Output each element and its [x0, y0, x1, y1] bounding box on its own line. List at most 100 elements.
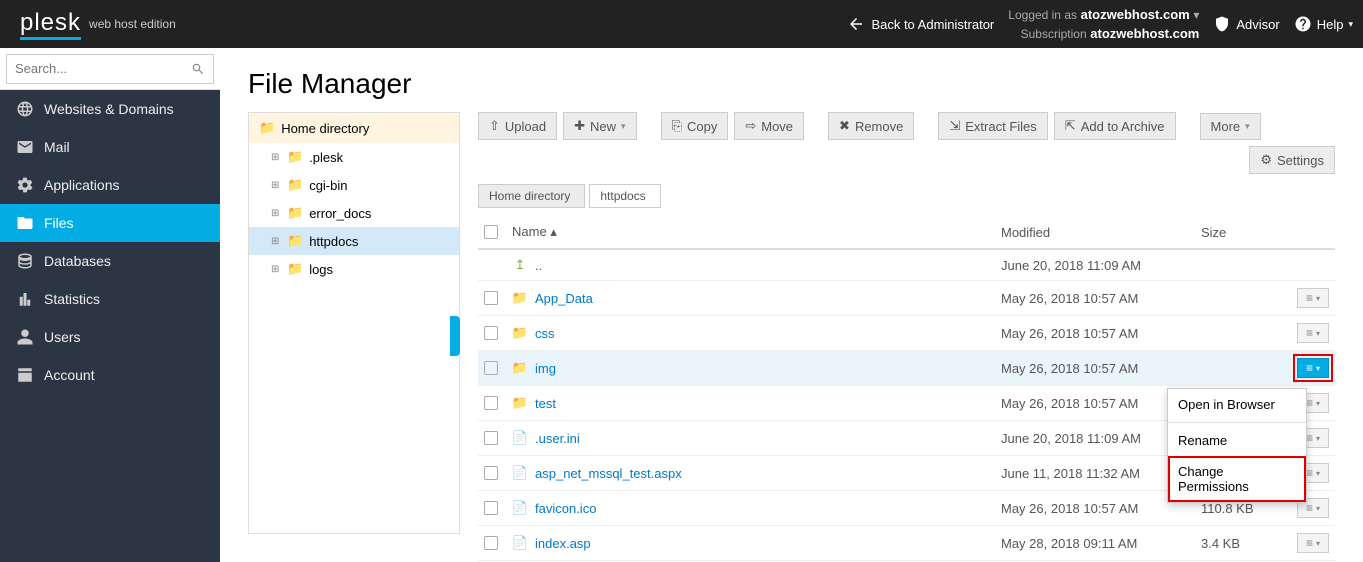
sort-asc-icon: ▴ [550, 224, 557, 239]
crumb-home[interactable]: Home directory [478, 184, 585, 208]
modified-cell: May 26, 2018 10:57 AM [995, 351, 1195, 386]
row-actions-button[interactable]: ≡ ▾ [1297, 358, 1329, 378]
nav-account[interactable]: Account [0, 356, 220, 394]
row-checkbox[interactable] [484, 361, 498, 375]
folder-link[interactable]: 📁css [512, 325, 989, 341]
search-input[interactable] [15, 61, 191, 76]
tree-root[interactable]: 📁 Home directory [249, 113, 459, 143]
size-cell [1195, 351, 1275, 386]
folder-icon: 📁 [259, 120, 275, 136]
nav-users[interactable]: Users [0, 318, 220, 356]
tree-item-cgibin[interactable]: ⊞📁cgi-bin [249, 171, 459, 199]
file-link[interactable]: 📄favicon.ico [512, 500, 989, 516]
size-cell [1195, 281, 1275, 316]
folder-icon: 📁 [287, 233, 303, 249]
row-checkbox[interactable] [484, 326, 498, 340]
remove-icon: ✖ [839, 118, 850, 134]
col-name-header[interactable]: Name ▴ [506, 216, 995, 249]
row-checkbox[interactable] [484, 396, 498, 410]
menu-change-permissions[interactable]: Change Permissions [1168, 456, 1306, 502]
parent-dir-link[interactable]: ↥.. [512, 257, 989, 273]
folder-tree: 📁 Home directory ⊞📁.plesk ⊞📁cgi-bin ⊞📁er… [248, 112, 460, 534]
sidebar: Websites & Domains Mail Applications Fil… [0, 48, 220, 562]
folder-icon: 📁 [287, 149, 303, 165]
user-icon [16, 328, 34, 346]
size-cell [1195, 316, 1275, 351]
nav-apps[interactable]: Applications [0, 166, 220, 204]
nav-statistics[interactable]: Statistics [0, 280, 220, 318]
table-row: 📁css May 26, 2018 10:57 AM ≡ ▾ [478, 316, 1335, 351]
select-all-checkbox[interactable] [484, 225, 498, 239]
nav-mail[interactable]: Mail [0, 128, 220, 166]
copy-button[interactable]: ⎘Copy [661, 112, 729, 140]
row-checkbox[interactable] [484, 501, 498, 515]
top-header: plesk web host edition Back to Administr… [0, 0, 1363, 48]
row-actions-button[interactable]: ≡ ▾ [1297, 323, 1329, 343]
file-icon: 📄 [512, 430, 528, 446]
search-icon[interactable] [191, 61, 205, 77]
plus-icon: ✚ [574, 118, 585, 134]
modified-cell: May 26, 2018 10:57 AM [995, 316, 1195, 351]
file-icon: 📄 [512, 465, 528, 481]
account-icon [16, 366, 34, 384]
crumb-httpdocs[interactable]: httpdocs [589, 184, 660, 208]
folder-link[interactable]: 📁img [512, 360, 989, 376]
row-checkbox[interactable] [484, 466, 498, 480]
nav-files[interactable]: Files [0, 204, 220, 242]
nav-websites[interactable]: Websites & Domains [0, 90, 220, 128]
settings-icon: ⚙ [1260, 152, 1272, 168]
extract-button[interactable]: ⇲Extract Files [938, 112, 1047, 140]
row-checkbox[interactable] [484, 291, 498, 305]
file-link[interactable]: 📄.user.ini [512, 430, 989, 446]
edition-label: web host edition [89, 17, 176, 31]
tree-item-plesk[interactable]: ⊞📁.plesk [249, 143, 459, 171]
file-link[interactable]: 📄asp_net_mssql_test.aspx [512, 465, 989, 481]
modified-cell: May 26, 2018 10:57 AM [995, 491, 1195, 526]
chart-icon [16, 290, 34, 308]
archive-button[interactable]: ⇱Add to Archive [1054, 112, 1176, 140]
nav-databases[interactable]: Databases [0, 242, 220, 280]
login-info[interactable]: Logged in as atozwebhost.com ▾ Subscript… [1008, 5, 1199, 44]
folder-link[interactable]: 📁App_Data [512, 290, 989, 306]
row-context-menu: Open in Browser Rename Change Permission… [1167, 388, 1307, 503]
remove-button[interactable]: ✖Remove [828, 112, 914, 140]
help-link[interactable]: Help ▾ [1294, 15, 1353, 33]
row-actions-button[interactable]: ≡ ▾ [1297, 533, 1329, 553]
extract-icon: ⇲ [949, 118, 960, 134]
folder-link[interactable]: 📁test [512, 395, 989, 411]
row-checkbox[interactable] [484, 431, 498, 445]
tree-item-httpdocs[interactable]: ⊞📁httpdocs [249, 227, 459, 255]
tree-item-errordocs[interactable]: ⊞📁error_docs [249, 199, 459, 227]
upload-icon: ⇧ [489, 118, 500, 134]
tree-collapse-handle[interactable] [450, 316, 460, 356]
modified-cell: June 20, 2018 11:09 AM [995, 421, 1195, 456]
modified-cell: June 11, 2018 11:32 AM [995, 456, 1195, 491]
folder-icon: 📁 [512, 395, 528, 411]
back-to-admin[interactable]: Back to Administrator [847, 15, 994, 33]
file-link[interactable]: 📄index.asp [512, 535, 989, 551]
folder-icon: 📁 [287, 177, 303, 193]
tree-item-logs[interactable]: ⊞📁logs [249, 255, 459, 283]
col-size-header[interactable]: Size [1195, 216, 1275, 249]
menu-rename[interactable]: Rename [1168, 425, 1306, 456]
files-icon [16, 214, 34, 232]
file-icon: 📄 [512, 535, 528, 551]
advisor-link[interactable]: Advisor [1213, 15, 1279, 33]
more-button[interactable]: More▾ [1200, 113, 1261, 140]
modified-cell: May 26, 2018 10:57 AM [995, 386, 1195, 421]
upload-button[interactable]: ⇧Upload [478, 112, 557, 140]
new-button[interactable]: ✚New▾ [563, 112, 636, 140]
mail-icon [16, 138, 34, 156]
modified-cell: May 26, 2018 10:57 AM [995, 281, 1195, 316]
settings-button[interactable]: ⚙Settings [1249, 146, 1335, 174]
up-arrow-icon: ↥ [512, 257, 528, 273]
move-button[interactable]: ⇨Move [734, 112, 804, 140]
row-checkbox[interactable] [484, 536, 498, 550]
col-modified-header[interactable]: Modified [995, 216, 1195, 249]
menu-open-browser[interactable]: Open in Browser [1168, 389, 1306, 420]
row-actions-button[interactable]: ≡ ▾ [1297, 288, 1329, 308]
folder-icon: 📁 [512, 325, 528, 341]
table-row: 📁App_Data May 26, 2018 10:57 AM ≡ ▾ [478, 281, 1335, 316]
folder-icon: 📁 [287, 205, 303, 221]
database-icon [16, 252, 34, 270]
